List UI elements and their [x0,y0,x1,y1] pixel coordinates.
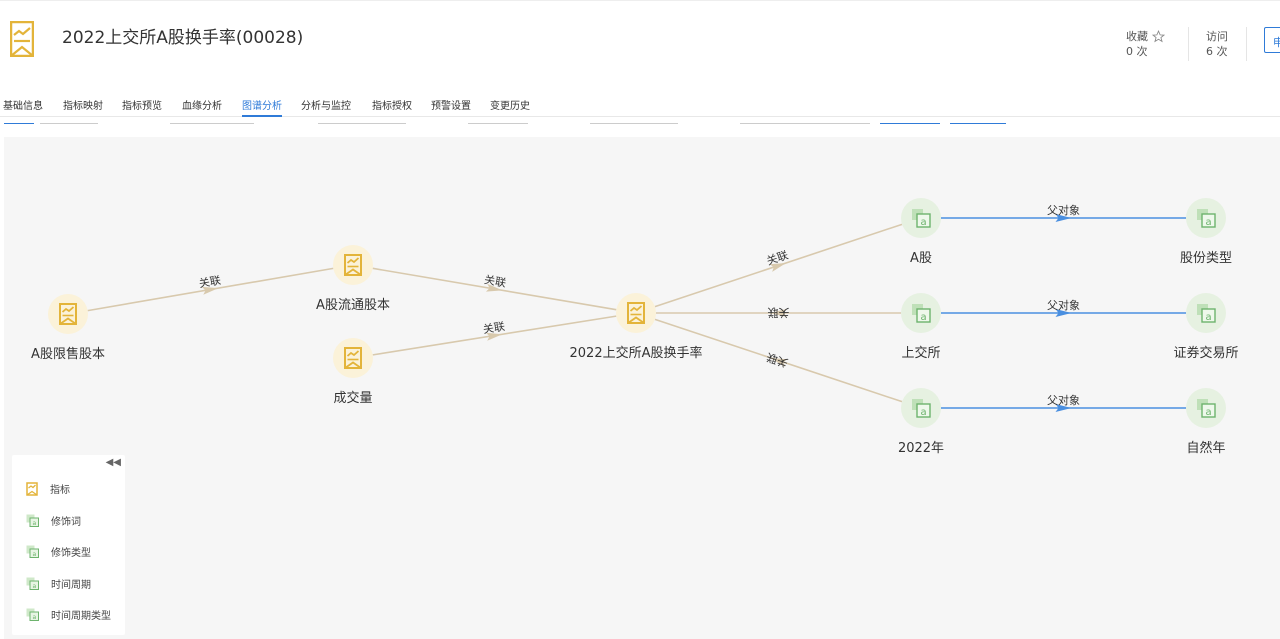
stat-divider [1188,27,1189,61]
modifier-icon: a [26,577,39,590]
tab-indicator-mapping[interactable]: 指标映射 [63,97,103,117]
legend-label: 修饰词 [51,517,81,528]
visits-stat: 访问 6 次 [1206,29,1228,59]
graph-node-n1[interactable]: A股限售股本 [31,294,105,362]
modifier-icon: a [26,608,39,621]
page-title: 2022上交所A股换手率(00028) [62,28,304,48]
graph-node-n7[interactable]: a 2022年 [898,388,944,456]
double-chevron-left-icon[interactable]: ◀◀ [106,457,121,468]
graph-edge[interactable]: 关联 [654,223,903,308]
svg-text:a: a [1206,312,1212,323]
tab-change-history[interactable]: 变更历史 [490,97,530,117]
node-label: 2022上交所A股换手率 [570,345,703,361]
svg-text:a: a [33,614,37,621]
indicator-icon [26,481,38,496]
graph-edge[interactable]: 父对象 [941,298,1186,317]
legend-item-time-period: a 时间周期 [26,576,91,591]
node-label: A股限售股本 [31,346,105,362]
tab-graph-analysis[interactable]: 图谱分析 [242,97,282,117]
edge-label: 父对象 [1047,298,1080,312]
star-icon[interactable] [1152,30,1165,43]
legend-label: 指标 [50,485,70,496]
visits-label: 访问 [1206,30,1228,43]
graph-node-n5[interactable]: a A股 [901,198,941,266]
legend-label: 时间周期 [51,580,91,591]
legend-item-modifier: a 修饰词 [26,513,81,528]
legend-item-indicator: 指标 [26,481,70,496]
graph-edge[interactable]: 父对象 [941,203,1186,222]
svg-text:a: a [921,217,927,228]
visits-count: 6 次 [1206,45,1228,58]
tab-bar: 基础信息 指标映射 指标预览 血缘分析 图谱分析 分析与监控 指标授权 预警设置… [0,92,1280,117]
legend-item-time-period-type: a 时间周期类型 [26,607,111,622]
modifier-icon: a [26,545,39,558]
page: 2022上交所A股换手率(00028) 收藏 0 次 访问 6 次 申 基础信息… [0,0,1280,639]
tab-lineage-analysis[interactable]: 血缘分析 [182,97,222,117]
node-label: 上交所 [901,345,940,361]
svg-text:a: a [1206,217,1212,228]
edge-label: 关联 [765,248,790,268]
tab-alert-settings[interactable]: 预警设置 [431,97,471,117]
node-label: 自然年 [1186,440,1225,456]
tab-analysis-monitoring[interactable]: 分析与监控 [301,97,351,117]
tab-indicator-authorization[interactable]: 指标授权 [372,97,412,117]
graph-node-n9[interactable]: a 证券交易所 [1173,293,1239,361]
svg-text:a: a [921,407,927,418]
svg-text:a: a [33,583,37,590]
edge-label: 父对象 [1047,203,1080,217]
graph-node-n6[interactable]: a 上交所 [901,293,941,361]
tab-indicator-preview[interactable]: 指标预览 [122,97,162,117]
graph-canvas[interactable]: 关联 关联 关联 关联 关联 关联 父对象 父对象 父对象 A股限售股本 A股流通股本 成交量 2022… [4,137,1280,639]
node-label: 2022年 [898,441,944,456]
legend-label: 时间周期类型 [51,611,111,622]
graph-edge[interactable]: 关联 [87,267,334,312]
graph-node-n8[interactable]: a 股份类型 [1180,198,1232,266]
legend-item-modifier-type: a 修饰类型 [26,544,91,559]
graph-edge[interactable]: 关联 [372,267,617,311]
header: 2022上交所A股换手率(00028) 收藏 0 次 访问 6 次 申 [0,0,1280,80]
graph-legend: ◀◀ 指标 a 修饰词 a 修饰类型 a 时间周期 a 时间周期类型 [12,455,125,635]
graph-edge[interactable]: 关联 [656,306,901,320]
favorite-count: 0 次 [1126,45,1148,58]
favorite-label: 收藏 [1126,30,1148,43]
edge-label: 父对象 [1047,393,1080,407]
svg-text:a: a [1206,407,1212,418]
edge-label: 关联 [765,350,790,370]
apply-button[interactable]: 申 [1264,27,1280,53]
node-label: 成交量 [333,390,372,406]
favorite-stat[interactable]: 收藏 0 次 [1126,29,1165,59]
graph-node-n4[interactable]: 2022上交所A股换手率 [570,293,703,361]
svg-text:a: a [921,312,927,323]
graph-edge[interactable]: 父对象 [941,393,1186,412]
tab-basic-info[interactable]: 基础信息 [3,97,43,117]
graph-node-n10[interactable]: a 自然年 [1186,388,1226,456]
svg-text:a: a [33,520,37,527]
edge-label: 关联 [768,306,790,320]
node-label: 证券交易所 [1173,345,1238,361]
node-label: A股 [910,251,932,266]
indicator-logo-icon [10,21,34,57]
modifier-icon: a [26,514,39,527]
graph-node-n3[interactable]: 成交量 [333,338,373,406]
legend-label: 修饰类型 [51,548,91,559]
knowledge-graph[interactable]: 关联 关联关联关联关联关联父对象父对象父对象A股限售股本A股流通股本成交量2022… [4,137,1280,639]
stat-divider [1246,27,1247,61]
graph-node-n2[interactable]: A股流通股本 [316,245,390,313]
node-label: A股流通股本 [316,298,390,313]
svg-text:a: a [33,551,37,558]
node-label: 股份类型 [1180,251,1232,266]
